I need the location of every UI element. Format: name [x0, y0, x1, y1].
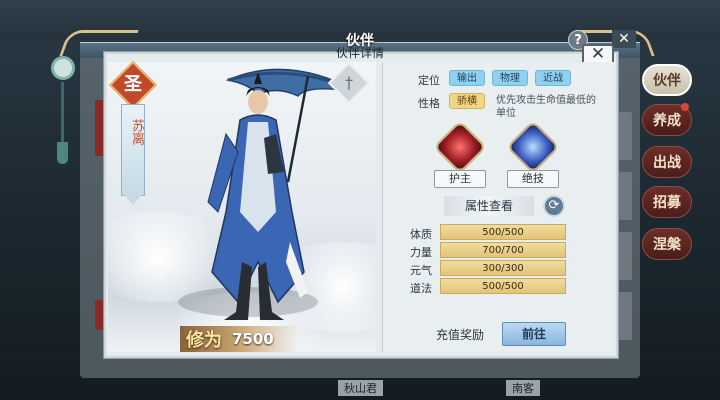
tab-recruit[interactable]: 招募 [642, 186, 692, 218]
dialog-title: 伙伴详情 [335, 47, 384, 59]
hero-figure-icon [207, 68, 359, 320]
character-name: 苏离 [129, 119, 144, 145]
recharge-reward-label: 充值奖励 [436, 328, 485, 342]
go-button[interactable]: 前往 [502, 322, 566, 346]
stat-label: 道法 [410, 282, 432, 295]
stat-label: 力量 [410, 246, 432, 259]
rank-label: 圣 [124, 74, 142, 95]
notification-dot [681, 103, 689, 111]
tab-label: 招募 [653, 195, 681, 211]
tab-label: 涅槃 [653, 237, 681, 253]
tab-label: 出战 [653, 155, 681, 171]
role-chip: 物理 [492, 70, 528, 86]
personality-chip: 骄横 [449, 93, 485, 109]
personality-description: 优先攻击生命值最低的单位 [496, 95, 596, 119]
skill-name-ultimate[interactable]: 绝技 [507, 170, 559, 188]
refresh-icon[interactable]: ⟳ [543, 195, 565, 217]
sword-icon: † [345, 73, 353, 92]
tab-deploy[interactable]: 出战 [642, 146, 692, 178]
position-label: 定位 [418, 74, 440, 87]
stat-value: 300/300 [440, 260, 566, 276]
stat-label: 体质 [410, 228, 432, 241]
stat-value: 500/500 [440, 224, 566, 240]
background-name-label: 秋山君 [338, 380, 383, 396]
tab-label: 伙伴 [653, 73, 681, 89]
tab-partner[interactable]: 伙伴 [642, 64, 692, 96]
background-close-icon: ✕ [612, 30, 636, 48]
personality-label: 性格 [418, 97, 440, 110]
tab-nirvana[interactable]: 涅槃 [642, 228, 692, 260]
skill-name-guard[interactable]: 护主 [434, 170, 486, 188]
character-portrait [108, 62, 376, 352]
role-chip: 输出 [449, 70, 485, 86]
tab-cultivate[interactable]: 养成 [642, 103, 692, 136]
character-name-banner: 苏离 [121, 104, 145, 205]
jade-pendant-icon [48, 48, 78, 168]
stat-value: 500/500 [440, 278, 566, 294]
stat-value: 700/700 [440, 242, 566, 258]
stat-label: 元气 [410, 264, 432, 277]
attribute-view-header: 属性查看 [444, 196, 534, 216]
tab-label: 养成 [653, 113, 681, 129]
power-value: 7500 [232, 330, 274, 348]
background-name-label: 南客 [506, 380, 540, 396]
power-label: 修为 [186, 330, 222, 351]
role-chip: 近战 [535, 70, 571, 86]
